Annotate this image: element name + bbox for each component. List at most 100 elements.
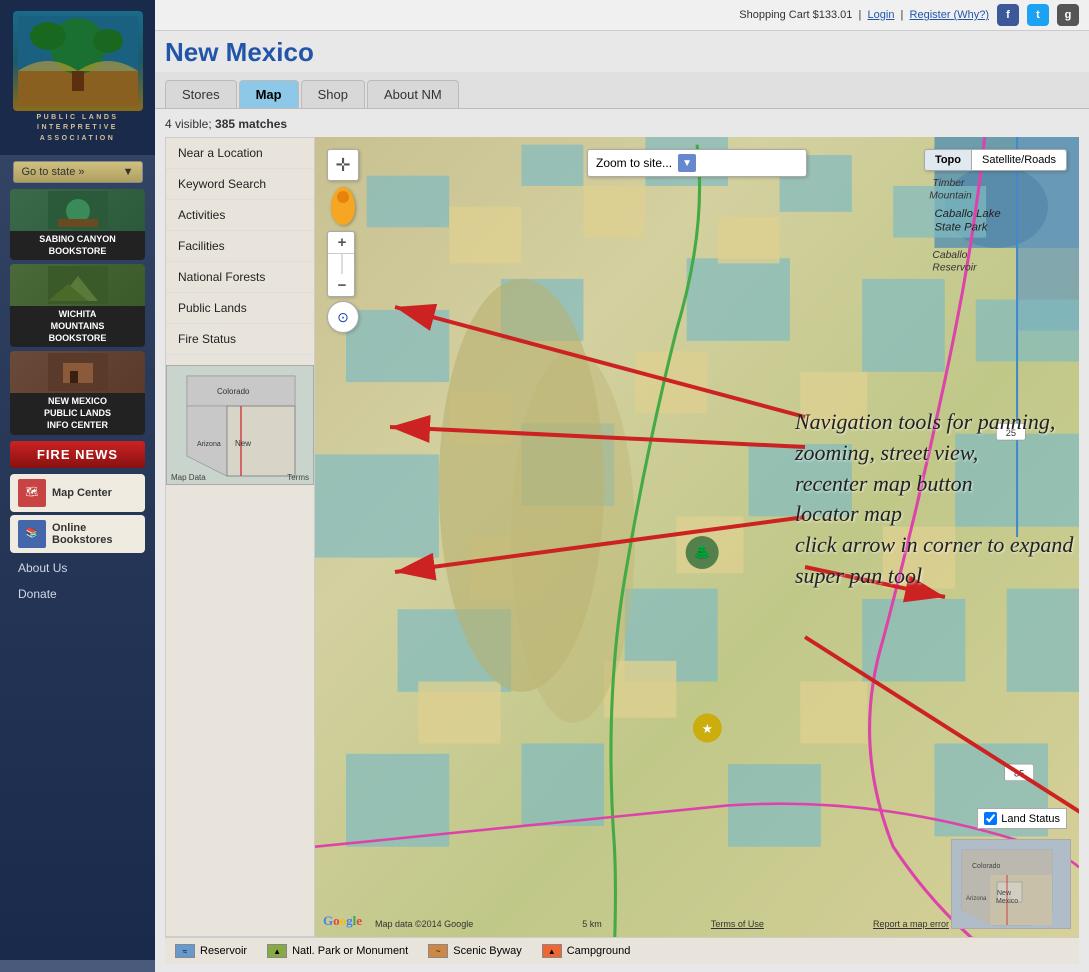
top-bar: Shopping Cart $133.01 | Login | Register… bbox=[155, 0, 1089, 31]
page-title: New Mexico bbox=[155, 31, 1089, 72]
legend-scenic-byway: ~ Scenic Byway bbox=[428, 944, 521, 958]
go-to-state-dropdown[interactable]: Go to state » ▼ bbox=[13, 161, 143, 183]
svg-text:Arizona: Arizona bbox=[966, 896, 987, 902]
register-link[interactable]: Register (Why?) bbox=[910, 9, 989, 21]
dropdown-arrow-icon: ▼ bbox=[123, 166, 134, 178]
scenic-byway-icon: ~ bbox=[428, 944, 448, 958]
zoom-dropdown-arrow-icon: ▼ bbox=[678, 154, 696, 172]
tab-about-nm[interactable]: About NM bbox=[367, 80, 459, 108]
cart-label: Shopping Cart $133.01 bbox=[739, 9, 852, 21]
filter-national-forests[interactable]: National Forests bbox=[166, 262, 314, 293]
map-center-icon: 🗺 bbox=[18, 479, 46, 507]
scenic-byway-label: Scenic Byway bbox=[453, 945, 521, 957]
fire-news-button[interactable]: FIRE NEWS bbox=[10, 441, 145, 468]
svg-text:New: New bbox=[997, 890, 1012, 897]
donate-link[interactable]: Donate bbox=[10, 582, 145, 606]
legend-campground: ▲ Campground bbox=[542, 944, 631, 958]
svg-text:State Park: State Park bbox=[934, 221, 988, 233]
svg-text:New: New bbox=[235, 439, 251, 448]
map-area[interactable]: 25 85 🌲 ★ i Caballo La bbox=[315, 137, 1079, 937]
map-center-button[interactable]: 🗺 Map Center bbox=[10, 474, 145, 512]
land-status-label: Land Status bbox=[1001, 813, 1060, 825]
svg-text:Mountain: Mountain bbox=[929, 190, 972, 201]
tab-shop[interactable]: Shop bbox=[301, 80, 365, 108]
logo-image bbox=[13, 11, 143, 111]
nm-label: NEW MEXICOPUBLIC LANDSINFO CENTER bbox=[10, 393, 145, 434]
map-data-label: Map Data bbox=[171, 473, 206, 482]
mini-locator-map: Colorado Arizona NewMexico Mexico T... M… bbox=[166, 365, 314, 485]
tab-stores[interactable]: Stores bbox=[165, 80, 237, 108]
pegman-streetview[interactable] bbox=[331, 187, 355, 225]
zoom-out-button[interactable]: − bbox=[328, 274, 355, 296]
google-logo: Google bbox=[323, 913, 362, 929]
nm-info-center-card[interactable]: NEW MEXICOPUBLIC LANDSINFO CENTER bbox=[10, 351, 145, 434]
facebook-icon[interactable]: f bbox=[997, 4, 1019, 26]
sabino-image bbox=[10, 189, 145, 231]
twitter-icon[interactable]: t bbox=[1027, 4, 1049, 26]
shopping-cart-text[interactable]: Shopping Cart $133.01 | Login | Register… bbox=[739, 9, 989, 21]
svg-text:★: ★ bbox=[702, 722, 713, 736]
legend-reservoir: ≈ Reservoir bbox=[175, 944, 247, 958]
svg-text:Colorado: Colorado bbox=[217, 387, 250, 396]
tab-map[interactable]: Map bbox=[239, 80, 299, 108]
map-container: Near a Location Keyword Search Activitie… bbox=[165, 137, 1079, 937]
legend-natl-park: ▲ Natl. Park or Monument bbox=[267, 944, 408, 958]
report-error-text[interactable]: Report a map error bbox=[873, 919, 949, 929]
svg-text:25: 25 bbox=[1006, 428, 1016, 438]
locator-map: Colorado Arizona New Mexico bbox=[951, 839, 1071, 929]
map-center-label: Map Center bbox=[52, 487, 112, 499]
logo-text: PUBLIC LANDSINTERPRETIVEASSOCIATION bbox=[36, 113, 118, 145]
filter-public-lands[interactable]: Public Lands bbox=[166, 293, 314, 324]
zoom-in-button[interactable]: + bbox=[328, 232, 355, 254]
login-link[interactable]: Login bbox=[868, 9, 895, 21]
main-content: Shopping Cart $133.01 | Login | Register… bbox=[155, 0, 1089, 972]
natl-park-label: Natl. Park or Monument bbox=[292, 945, 408, 957]
terms-text[interactable]: Terms of Use bbox=[711, 919, 764, 929]
svg-text:Reservoir: Reservoir bbox=[932, 263, 977, 274]
svg-text:Colorado: Colorado bbox=[972, 863, 1001, 870]
filter-near-location[interactable]: Near a Location bbox=[166, 138, 314, 169]
terms-label: Terms bbox=[287, 473, 309, 482]
match-count: 385 matches bbox=[215, 117, 287, 131]
map-footer: Map data ©2014 Google 5 km Terms of Use … bbox=[375, 919, 949, 929]
go-to-state-label: Go to state » bbox=[22, 166, 85, 178]
satellite-roads-button[interactable]: Satellite/Roads bbox=[972, 150, 1066, 170]
filter-panel: Near a Location Keyword Search Activitie… bbox=[165, 137, 315, 937]
filter-activities[interactable]: Activities bbox=[166, 200, 314, 231]
map-type-buttons: Topo Satellite/Roads bbox=[924, 149, 1067, 171]
bookstore-icon: 📚 bbox=[18, 520, 46, 548]
map-data-text: Map data ©2014 Google bbox=[375, 919, 473, 929]
recenter-button[interactable]: ⊙ bbox=[327, 301, 359, 333]
match-info: 4 visible; 385 matches bbox=[165, 117, 1079, 131]
googleplus-icon[interactable]: g bbox=[1057, 4, 1079, 26]
zoom-controls: + − bbox=[327, 231, 355, 297]
sabino-canyon-store-card[interactable]: SABINO CANYONBOOKSTORE bbox=[10, 189, 145, 260]
svg-text:85: 85 bbox=[1014, 769, 1024, 779]
reservoir-icon: ≈ bbox=[175, 944, 195, 958]
map-navigation-controls: ✛ + − bbox=[327, 149, 359, 333]
svg-text:Timber: Timber bbox=[932, 178, 965, 189]
sidebar: PUBLIC LANDSINTERPRETIVEASSOCIATION Go t… bbox=[0, 0, 155, 960]
map-terrain-svg: 25 85 🌲 ★ i Caballo La bbox=[315, 137, 1079, 937]
zoom-to-site-dropdown[interactable]: Zoom to site... ▼ bbox=[587, 149, 807, 177]
wichita-label: WICHITAMOUNTAINSBOOKSTORE bbox=[10, 306, 145, 347]
svg-text:Arizona: Arizona bbox=[197, 441, 221, 448]
filter-keyword-search[interactable]: Keyword Search bbox=[166, 169, 314, 200]
sabino-label: SABINO CANYONBOOKSTORE bbox=[10, 231, 145, 260]
land-status-input[interactable] bbox=[984, 812, 997, 825]
pan-control[interactable]: ✛ bbox=[327, 149, 359, 181]
tabs-bar: Stores Map Shop About NM bbox=[155, 72, 1089, 109]
about-us-link[interactable]: About Us bbox=[10, 556, 145, 580]
online-bookstores-button[interactable]: 📚 Online Bookstores bbox=[10, 515, 145, 553]
svg-text:Caballo: Caballo bbox=[932, 250, 967, 261]
wichita-mountains-store-card[interactable]: WICHITAMOUNTAINSBOOKSTORE bbox=[10, 264, 145, 347]
zoom-slider[interactable] bbox=[328, 254, 355, 274]
filter-facilities[interactable]: Facilities bbox=[166, 231, 314, 262]
svg-text:Mexico: Mexico bbox=[996, 898, 1018, 905]
topo-button[interactable]: Topo bbox=[925, 150, 972, 170]
filter-fire-status[interactable]: Fire Status bbox=[166, 324, 314, 355]
content-area: 4 visible; 385 matches Near a Location K… bbox=[155, 109, 1089, 972]
land-status-checkbox[interactable]: Land Status bbox=[977, 808, 1067, 829]
zoom-to-site-label: Zoom to site... bbox=[596, 156, 672, 170]
campground-label: Campground bbox=[567, 945, 631, 957]
